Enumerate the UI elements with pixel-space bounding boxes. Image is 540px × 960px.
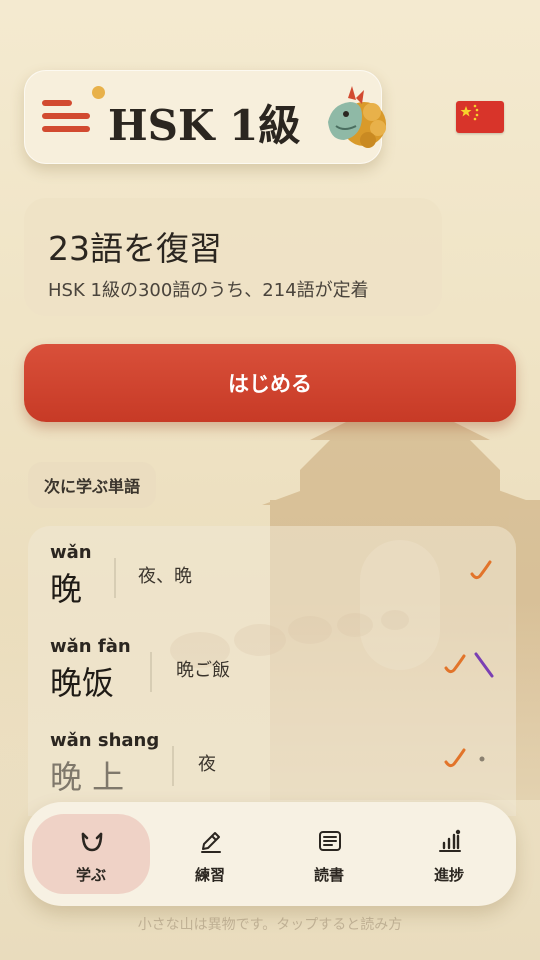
- dragon-icon: [328, 86, 386, 148]
- reading-icon: [319, 831, 341, 851]
- pencil-icon: [201, 832, 221, 853]
- review-card: 23語を復習 HSK 1級の300語のうち、214語が定着: [24, 198, 442, 316]
- nav-item-practice[interactable]: 練習: [151, 814, 269, 894]
- china-flag-icon[interactable]: [456, 101, 504, 133]
- review-title: 23語を復習: [48, 229, 222, 268]
- header-card: HSK 1級: [24, 70, 386, 164]
- bottom-nav: 学ぶ 練習 読書 進捗: [24, 802, 516, 906]
- review-subtitle: HSK 1級の300語のうち、214語が定着: [48, 280, 369, 301]
- word-hanzi: 晚: [50, 570, 83, 608]
- progress-chart-icon: [439, 829, 461, 852]
- word-pinyin: wǎn: [50, 542, 92, 563]
- nav-label: 練習: [194, 866, 225, 884]
- divider: [114, 558, 116, 598]
- word-row[interactable]: wǎn fàn 晚饭 晩ご飯: [28, 636, 516, 726]
- word-hanzi: 晚饭: [50, 664, 115, 702]
- dot-icon: [479, 756, 485, 762]
- word-meaning: 晩ご飯: [176, 660, 230, 681]
- word-pinyin: wǎn shang: [50, 730, 160, 751]
- word-meaning: 夜、晩: [138, 566, 192, 587]
- nav-item-learn[interactable]: 学ぶ: [32, 814, 150, 894]
- app-title: HSK 1級: [108, 101, 301, 150]
- start-button[interactable]: はじめる: [24, 344, 516, 422]
- check-icon: [470, 560, 492, 580]
- check-icon: [444, 654, 466, 674]
- footer-hint: 小さな山は異物です。タップすると読み方: [137, 917, 403, 933]
- menu-icon[interactable]: [42, 86, 105, 136]
- divider: [150, 652, 152, 692]
- nav-label: 進捗: [433, 866, 464, 884]
- word-row[interactable]: wǎn 晚 夜、晩: [28, 542, 516, 632]
- stroke-mark-icon: [474, 652, 494, 678]
- notification-dot: [92, 86, 105, 99]
- nav-item-reading[interactable]: 読書: [270, 814, 388, 894]
- nav-item-progress[interactable]: 進捗: [390, 814, 508, 894]
- nav-label: 読書: [313, 866, 344, 884]
- word-hanzi: 晚 上: [50, 758, 125, 796]
- word-meaning: 夜: [198, 754, 216, 775]
- word-pinyin: wǎn fàn: [50, 636, 131, 657]
- next-words-heading: 次に学ぶ単語: [28, 462, 157, 508]
- divider: [172, 746, 174, 786]
- next-words-list: wǎn 晚 夜、晩 wǎn fàn 晚饭 晩ご飯 wǎn shang 晚 上 夜: [28, 526, 516, 816]
- check-icon: [444, 748, 466, 768]
- nav-label: 学ぶ: [75, 866, 106, 884]
- learn-icon: [81, 832, 103, 852]
